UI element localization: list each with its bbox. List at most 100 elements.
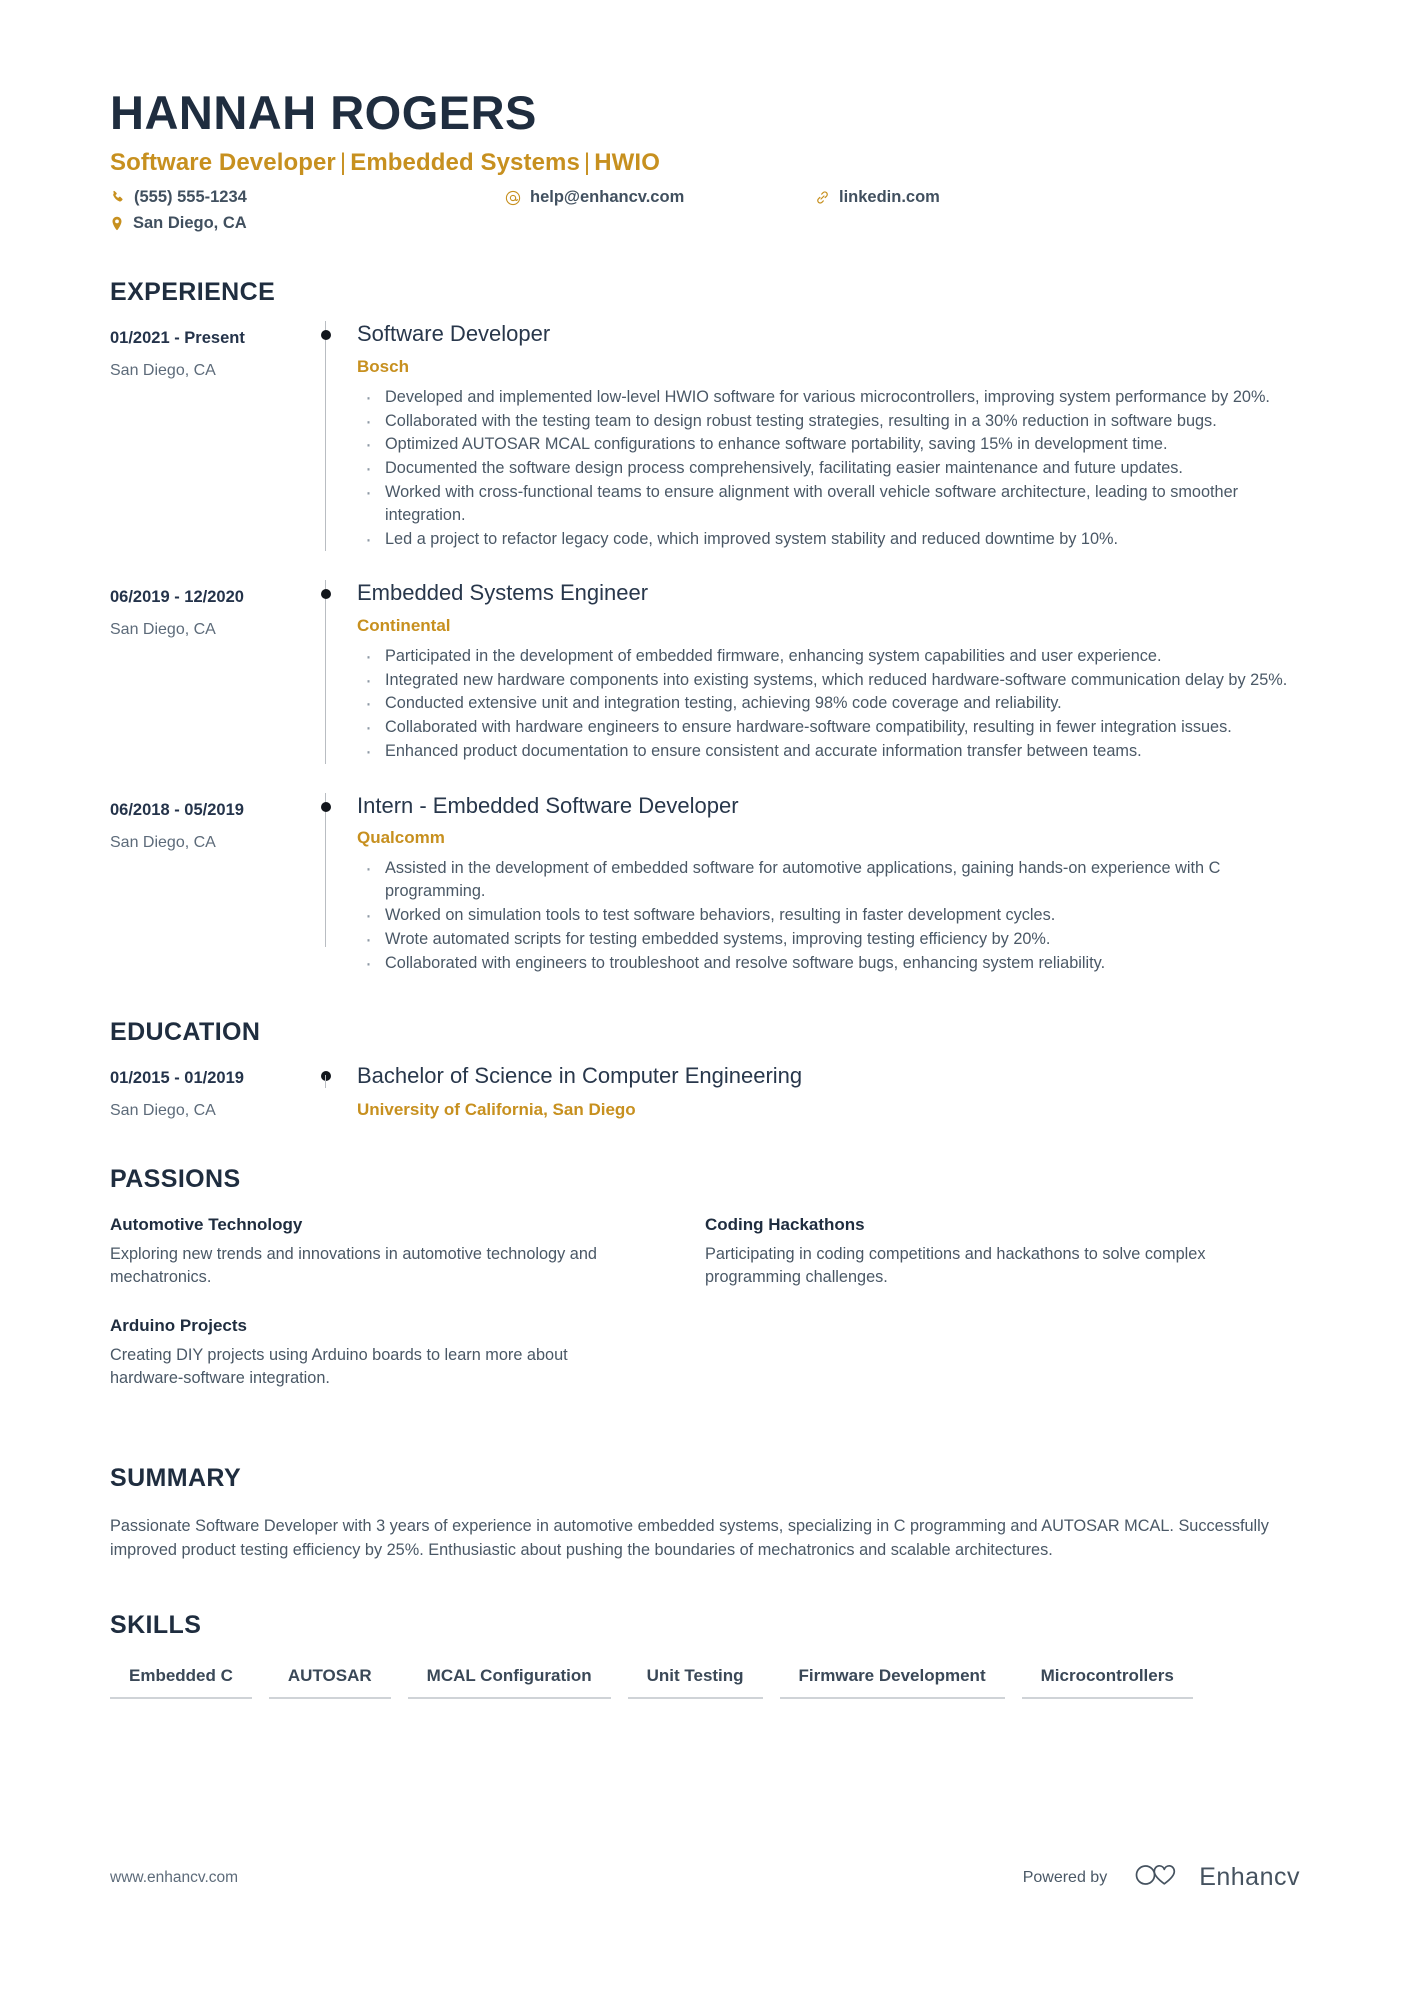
experience-company: Continental <box>357 615 451 635</box>
skill-tag: Embedded C <box>110 1666 252 1700</box>
timeline-rail <box>310 580 357 764</box>
experience-date: 01/2021 - Present <box>110 329 245 348</box>
summary-heading: SUMMARY <box>110 1463 242 1492</box>
experience-role: Software Developer <box>357 321 551 347</box>
headline-part-2: Embedded Systems <box>350 149 580 177</box>
skill-tag: MCAL Configuration <box>407 1666 611 1700</box>
passion-item: Automotive Technology Exploring new tren… <box>110 1215 705 1289</box>
experience-company: Qualcomm <box>357 828 445 848</box>
page-title: HANNAH ROGERS <box>110 86 537 139</box>
contact-linkedin[interactable]: linkedin.com <box>815 188 940 207</box>
experience-heading: EXPERIENCE <box>110 278 276 307</box>
experience-bullets: Developed and implemented low-level HWIO… <box>357 383 1300 554</box>
education-entry-meta: 01/2015 - 01/2019 San Diego, CA <box>110 1061 310 1120</box>
contact-info: (555) 555-1234 help@enhancv.com linkedin… <box>110 188 1300 238</box>
experience-location: San Diego, CA <box>110 833 216 851</box>
timeline-line <box>325 580 327 764</box>
passion-title: Arduino Projects <box>110 1315 247 1335</box>
bullet-item: Collaborated with the testing team to de… <box>357 407 1300 436</box>
bullet-item: Developed and implemented low-level HWIO… <box>357 383 1300 412</box>
experience-bullets: Participated in the development of embed… <box>357 642 1300 766</box>
at-icon <box>505 190 521 206</box>
professional-headline: Software Developer | Embedded Systems | HWIO <box>110 149 1300 177</box>
education-heading: EDUCATION <box>110 1018 261 1047</box>
passions-grid: Automotive Technology Exploring new tren… <box>110 1215 1300 1416</box>
experience-entry-body: Intern - Embedded Software Developer Qua… <box>357 792 1300 978</box>
bullet-item: Assisted in the development of embedded … <box>357 854 1300 903</box>
timeline-dot <box>320 589 331 600</box>
contact-email[interactable]: help@enhancv.com <box>505 188 684 207</box>
passion-item: Coding Hackathons Participating in codin… <box>705 1215 1300 1289</box>
resume-page: HANNAH ROGERS Software Developer | Embedde… <box>0 0 1410 1995</box>
bullet-item: Led a project to refactor legacy code, w… <box>357 525 1300 554</box>
page-footer: www.enhancv.com Powered by Enhancv <box>110 1862 1300 1893</box>
timeline-line <box>325 321 327 552</box>
education-degree: Bachelor of Science in Computer Engineer… <box>357 1063 803 1089</box>
experience-company: Bosch <box>357 356 409 376</box>
experience-entry: 01/2021 - Present San Diego, CA Software… <box>110 321 1300 554</box>
bullet-item: Worked on simulation tools to test softw… <box>357 901 1300 930</box>
headline-separator-1: | <box>339 149 347 177</box>
timeline-rail <box>310 1061 357 1120</box>
passions-section: PASSIONS Automotive Technology Exploring… <box>110 1165 1300 1416</box>
passion-description: Exploring new trends and innovations in … <box>110 1245 597 1287</box>
phone-icon <box>110 190 125 205</box>
passions-heading: PASSIONS <box>110 1165 241 1194</box>
skills-section: SKILLS Embedded C AUTOSAR MCAL Configura… <box>110 1611 1300 1700</box>
experience-entry-meta: 06/2019 - 12/2020 San Diego, CA <box>110 580 310 763</box>
summary-section: SUMMARY Passionate Software Developer wi… <box>110 1464 1300 1562</box>
passion-item: Arduino Projects Creating DIY projects u… <box>110 1316 705 1390</box>
experience-entry-body: Embedded Systems Engineer Continental Pa… <box>357 580 1300 766</box>
skill-tag: Firmware Development <box>779 1666 1005 1700</box>
timeline-stub <box>325 1075 327 1089</box>
timeline-dot <box>320 801 331 812</box>
contact-email-text: help@enhancv.com <box>530 188 685 207</box>
footer-website-url[interactable]: www.enhancv.com <box>110 1869 238 1887</box>
education-section: EDUCATION 01/2015 - 01/2019 San Diego, C… <box>110 1018 1300 1120</box>
resume-header: HANNAH ROGERS Software Developer | Embedde… <box>110 88 1300 238</box>
timeline-dot <box>320 330 331 341</box>
education-date: 01/2015 - 01/2019 <box>110 1069 244 1088</box>
skill-tag: Microcontrollers <box>1021 1666 1193 1700</box>
education-location: San Diego, CA <box>110 1102 216 1120</box>
bullet-item: Optimized AUTOSAR MCAL configurations to… <box>357 430 1300 459</box>
bullet-item: Conducted extensive unit and integration… <box>357 689 1300 718</box>
bullet-item: Enhanced product documentation to ensure… <box>357 737 1300 766</box>
bullet-item: Documented the software design process c… <box>357 454 1300 483</box>
map-pin-icon <box>110 216 124 231</box>
timeline-rail <box>310 792 357 975</box>
skills-list: Embedded C AUTOSAR MCAL Configuration Un… <box>110 1666 1300 1700</box>
passion-description: Participating in coding competitions and… <box>705 1245 1206 1287</box>
skill-tag: Unit Testing <box>627 1666 763 1700</box>
skill-tag: AUTOSAR <box>268 1666 391 1700</box>
contact-phone-text: (555) 555-1234 <box>134 188 247 207</box>
experience-location: San Diego, CA <box>110 621 216 639</box>
bullet-item: Collaborated with hardware engineers to … <box>357 713 1300 742</box>
bullet-item: Collaborated with engineers to troublesh… <box>357 949 1300 978</box>
contact-location-text: San Diego, CA <box>133 214 247 233</box>
enhancv-wordmark: Enhancv <box>1199 1863 1300 1891</box>
contact-phone[interactable]: (555) 555-1234 <box>110 188 247 207</box>
bullet-item: Participated in the development of embed… <box>357 642 1300 671</box>
experience-entry-meta: 01/2021 - Present San Diego, CA <box>110 321 310 551</box>
summary-text: Passionate Software Developer with 3 yea… <box>110 1516 1269 1559</box>
passion-title: Automotive Technology <box>110 1215 303 1235</box>
experience-date: 06/2019 - 12/2020 <box>110 588 244 607</box>
experience-entry-meta: 06/2018 - 05/2019 San Diego, CA <box>110 793 310 975</box>
powered-by-label: Powered by <box>1022 1868 1108 1886</box>
timeline-rail <box>310 321 357 552</box>
contact-linkedin-text: linkedin.com <box>839 188 940 207</box>
headline-part-1: Software Developer <box>110 149 336 177</box>
enhancv-logo: Enhancv <box>1133 1862 1300 1893</box>
education-entry-body: Bachelor of Science in Computer Engineer… <box>357 1061 1300 1120</box>
education-school: University of California, San Diego <box>357 1099 636 1119</box>
bullet-item: Integrated new hardware components into … <box>357 666 1300 695</box>
experience-entry: 06/2018 - 05/2019 San Diego, CA Intern -… <box>110 792 1300 978</box>
link-icon <box>815 190 830 205</box>
experience-entry-body: Software Developer Bosch Developed and i… <box>357 321 1300 554</box>
experience-role: Embedded Systems Engineer <box>357 580 649 606</box>
experience-entry: 06/2019 - 12/2020 San Diego, CA Embedded… <box>110 580 1300 766</box>
headline-part-3: HWIO <box>594 149 660 177</box>
experience-location: San Diego, CA <box>110 362 216 380</box>
experience-role: Intern - Embedded Software Developer <box>357 792 739 818</box>
